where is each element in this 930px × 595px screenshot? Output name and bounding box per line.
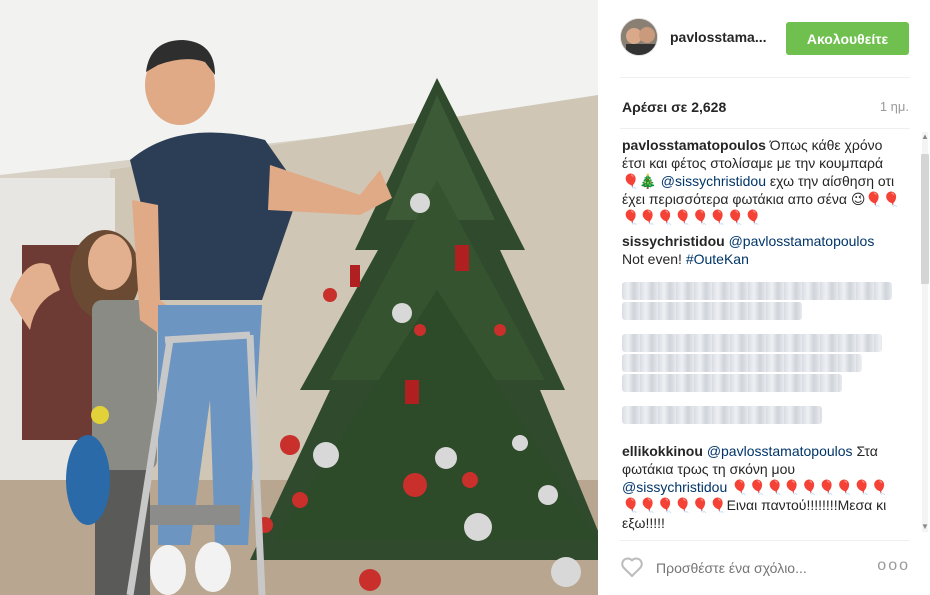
blurred-line — [622, 302, 802, 320]
comment-username[interactable]: pavlosstamatopoulos — [622, 137, 766, 153]
post-side-panel: pavlosstama... Ακολουθείτε Αρέσει σε 2,6… — [598, 0, 930, 595]
post-photo[interactable] — [0, 0, 598, 595]
comment-mention[interactable]: @sissychristidou — [622, 479, 727, 495]
comment-item: ellikokkinou @pavlosstamatopoulos Στα φω… — [622, 442, 904, 532]
heart-outline-icon[interactable] — [620, 556, 644, 578]
comment-mention[interactable]: @pavlosstamatopoulos — [707, 443, 853, 459]
comment-username[interactable]: sissychristidou — [622, 233, 725, 249]
following-button[interactable]: Ακολουθείτε — [786, 22, 909, 55]
comment-item: sissychristidou @pavlosstamatopoulos Not… — [622, 232, 904, 268]
comment-mention[interactable]: @pavlosstamatopoulos — [729, 233, 875, 249]
blurred-line — [622, 374, 842, 392]
post-header: pavlosstama... Ακολουθείτε — [598, 0, 930, 77]
blurred-comments — [622, 282, 904, 424]
scroll-up-icon[interactable]: ▲ — [920, 132, 930, 142]
add-comment-input[interactable] — [656, 558, 876, 578]
post-footer: ooo — [598, 541, 930, 595]
comments-list: pavlosstamatopoulos Όπως κάθε χρόνο έτσι… — [622, 136, 904, 536]
instagram-post-view: pavlosstama... Ακολουθείτε Αρέσει σε 2,6… — [0, 0, 930, 595]
comment-text: Not even! — [622, 251, 686, 267]
blurred-line — [622, 282, 892, 300]
comment-caption: pavlosstamatopoulos Όπως κάθε χρόνο έτσι… — [622, 136, 904, 226]
comment-hashtag[interactable]: #OuteKan — [686, 251, 749, 267]
blurred-line — [622, 354, 862, 372]
likes-count[interactable]: Αρέσει σε 2,628 — [622, 99, 726, 115]
scroll-down-icon[interactable]: ▼ — [920, 522, 930, 532]
stats-divider — [620, 128, 910, 129]
post-timestamp[interactable]: 1 ημ. — [880, 99, 909, 114]
christmas-tree-photo — [0, 0, 598, 595]
scrollbar-thumb[interactable] — [921, 154, 929, 284]
more-options-icon[interactable]: ooo — [877, 557, 910, 575]
avatar-image — [621, 19, 657, 55]
comment-username[interactable]: ellikokkinou — [622, 443, 703, 459]
avatar[interactable] — [620, 18, 658, 56]
comment-mention[interactable]: @sissychristidou — [661, 173, 766, 189]
blurred-line — [622, 334, 882, 352]
post-stats: Αρέσει σε 2,628 1 ημ. — [598, 78, 930, 128]
blurred-line — [622, 406, 822, 424]
comments-scrollbar[interactable]: ▲ ▼ — [920, 132, 930, 532]
post-username[interactable]: pavlosstama... — [670, 29, 767, 45]
